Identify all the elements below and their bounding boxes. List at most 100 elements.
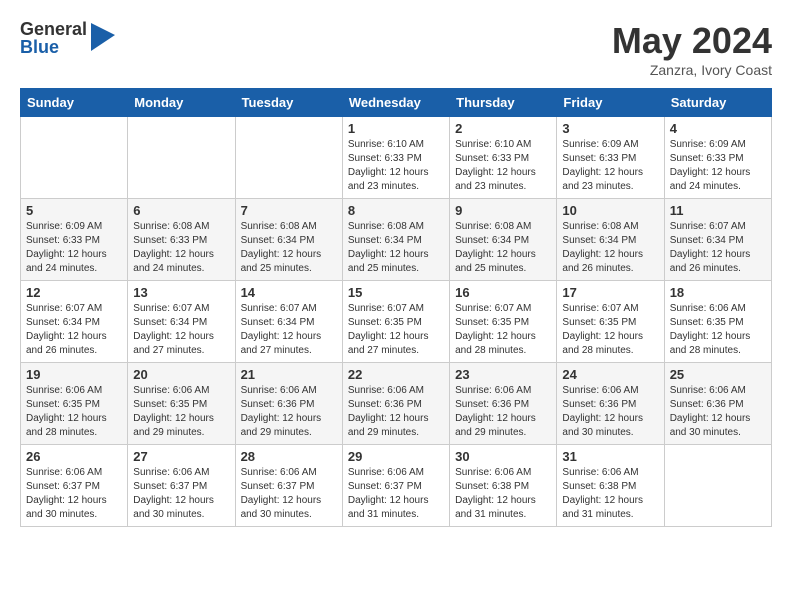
day-cell-21: 21Sunrise: 6:06 AM Sunset: 6:36 PM Dayli… [235,363,342,445]
day-info: Sunrise: 6:06 AM Sunset: 6:35 PM Dayligh… [133,384,229,440]
day-info: Sunrise: 6:08 AM Sunset: 6:34 PM Dayligh… [348,220,444,276]
logo-general: General [20,20,87,38]
day-info: Sunrise: 6:07 AM Sunset: 6:35 PM Dayligh… [562,302,658,358]
day-cell-17: 17 Sunrise: 6:07 AM Sunset: 6:35 PM Dayli… [557,281,664,363]
calendar: SundayMondayTuesdayWednesdayThursdayFrid… [20,88,772,527]
day-cell-27: 27 Sunrise: 6:06 AM Sunset: 6:37 PM Dayli… [128,445,235,527]
day-number: 23 [455,367,551,382]
week-row-2: 5 Sunrise: 6:09 AM Sunset: 6:33 PM Daylig… [21,199,772,281]
day-number: 19 [26,367,122,382]
day-cell-26: 26 Sunrise: 6:06 AM Sunset: 6:37 PM Dayli… [21,445,128,527]
page-header: General Blue May 2024 Zanzra, Ivory Coas… [20,20,772,78]
day-info: Sunrise: 6:06 AM Sunset: 6:35 PM Dayligh… [26,384,122,440]
day-info: Sunrise: 6:06 AM Sunset: 6:36 PM Dayligh… [455,384,551,440]
day-number: 4 [670,121,766,136]
day-number: 29 [348,449,444,464]
day-number: 16 [455,285,551,300]
day-cell-4: 4 Sunrise: 6:09 AM Sunset: 6:33 PM Daylig… [664,117,771,199]
day-info: Sunrise: 6:06 AM Sunset: 6:37 PM Dayligh… [133,466,229,522]
day-number: 15 [348,285,444,300]
day-info: Sunrise: 6:06 AM Sunset: 6:37 PM Dayligh… [348,466,444,522]
day-number: 18 [670,285,766,300]
day-number: 28 [241,449,337,464]
day-cell-16: 16 Sunrise: 6:07 AM Sunset: 6:35 PM Dayli… [450,281,557,363]
day-cell-19: 19 Sunrise: 6:06 AM Sunset: 6:35 PM Dayli… [21,363,128,445]
day-cell-11: 11 Sunrise: 6:07 AM Sunset: 6:34 PM Dayli… [664,199,771,281]
day-number: 22 [348,367,444,382]
day-cell-13: 13 Sunrise: 6:07 AM Sunset: 6:34 PM Dayli… [128,281,235,363]
day-number: 1 [348,121,444,136]
day-cell-5: 5 Sunrise: 6:09 AM Sunset: 6:33 PM Daylig… [21,199,128,281]
day-number: 3 [562,121,658,136]
day-number: 7 [241,203,337,218]
logo-icon [91,23,115,56]
day-cell-20: 20Sunrise: 6:06 AM Sunset: 6:35 PM Dayli… [128,363,235,445]
day-cell-29: 29 Sunrise: 6:06 AM Sunset: 6:37 PM Dayli… [342,445,449,527]
empty-cell [21,117,128,199]
day-number: 27 [133,449,229,464]
day-cell-6: 6Sunrise: 6:08 AM Sunset: 6:33 PM Daylig… [128,199,235,281]
month-year: May 2024 [612,20,772,62]
day-cell-22: 22 Sunrise: 6:06 AM Sunset: 6:36 PM Dayli… [342,363,449,445]
day-number: 10 [562,203,658,218]
day-info: Sunrise: 6:06 AM Sunset: 6:37 PM Dayligh… [241,466,337,522]
day-number: 30 [455,449,551,464]
empty-cell [664,445,771,527]
day-info: Sunrise: 6:09 AM Sunset: 6:33 PM Dayligh… [670,138,766,194]
day-number: 17 [562,285,658,300]
day-info: Sunrise: 6:07 AM Sunset: 6:35 PM Dayligh… [348,302,444,358]
day-info: Sunrise: 6:06 AM Sunset: 6:36 PM Dayligh… [670,384,766,440]
day-number: 8 [348,203,444,218]
day-cell-10: 10 Sunrise: 6:08 AM Sunset: 6:34 PM Dayli… [557,199,664,281]
weekday-header-thursday: Thursday [450,89,557,117]
day-info: Sunrise: 6:09 AM Sunset: 6:33 PM Dayligh… [26,220,122,276]
day-info: Sunrise: 6:06 AM Sunset: 6:38 PM Dayligh… [562,466,658,522]
day-cell-3: 3 Sunrise: 6:09 AM Sunset: 6:33 PM Daylig… [557,117,664,199]
day-cell-25: 25Sunrise: 6:06 AM Sunset: 6:36 PM Dayli… [664,363,771,445]
week-row-4: 19 Sunrise: 6:06 AM Sunset: 6:35 PM Dayli… [21,363,772,445]
day-info: Sunrise: 6:06 AM Sunset: 6:38 PM Dayligh… [455,466,551,522]
location: Zanzra, Ivory Coast [612,62,772,78]
day-cell-24: 24Sunrise: 6:06 AM Sunset: 6:36 PM Dayli… [557,363,664,445]
week-row-3: 12 Sunrise: 6:07 AM Sunset: 6:34 PM Dayli… [21,281,772,363]
day-cell-7: 7Sunrise: 6:08 AM Sunset: 6:34 PM Daylig… [235,199,342,281]
day-info: Sunrise: 6:07 AM Sunset: 6:34 PM Dayligh… [670,220,766,276]
week-row-5: 26 Sunrise: 6:06 AM Sunset: 6:37 PM Dayli… [21,445,772,527]
day-number: 5 [26,203,122,218]
day-info: Sunrise: 6:10 AM Sunset: 6:33 PM Dayligh… [455,138,551,194]
logo: General Blue [20,20,115,56]
day-info: Sunrise: 6:08 AM Sunset: 6:34 PM Dayligh… [562,220,658,276]
day-info: Sunrise: 6:06 AM Sunset: 6:37 PM Dayligh… [26,466,122,522]
day-info: Sunrise: 6:07 AM Sunset: 6:34 PM Dayligh… [133,302,229,358]
day-info: Sunrise: 6:06 AM Sunset: 6:36 PM Dayligh… [241,384,337,440]
day-info: Sunrise: 6:06 AM Sunset: 6:35 PM Dayligh… [670,302,766,358]
empty-cell [128,117,235,199]
day-number: 11 [670,203,766,218]
day-info: Sunrise: 6:06 AM Sunset: 6:36 PM Dayligh… [348,384,444,440]
day-number: 13 [133,285,229,300]
day-number: 31 [562,449,658,464]
day-number: 26 [26,449,122,464]
weekday-header-friday: Friday [557,89,664,117]
day-cell-14: 14Sunrise: 6:07 AM Sunset: 6:34 PM Dayli… [235,281,342,363]
day-info: Sunrise: 6:09 AM Sunset: 6:33 PM Dayligh… [562,138,658,194]
day-cell-9: 9Sunrise: 6:08 AM Sunset: 6:34 PM Daylig… [450,199,557,281]
day-number: 2 [455,121,551,136]
day-number: 6 [133,203,229,218]
day-cell-2: 2 Sunrise: 6:10 AM Sunset: 6:33 PM Daylig… [450,117,557,199]
weekday-header-monday: Monday [128,89,235,117]
weekday-header-wednesday: Wednesday [342,89,449,117]
day-info: Sunrise: 6:06 AM Sunset: 6:36 PM Dayligh… [562,384,658,440]
day-info: Sunrise: 6:07 AM Sunset: 6:35 PM Dayligh… [455,302,551,358]
weekday-header-saturday: Saturday [664,89,771,117]
day-info: Sunrise: 6:07 AM Sunset: 6:34 PM Dayligh… [26,302,122,358]
day-info: Sunrise: 6:08 AM Sunset: 6:34 PM Dayligh… [455,220,551,276]
day-cell-1: 1Sunrise: 6:10 AM Sunset: 6:33 PM Daylig… [342,117,449,199]
day-info: Sunrise: 6:07 AM Sunset: 6:34 PM Dayligh… [241,302,337,358]
day-number: 12 [26,285,122,300]
title-block: May 2024 Zanzra, Ivory Coast [612,20,772,78]
weekday-header-tuesday: Tuesday [235,89,342,117]
weekday-header-sunday: Sunday [21,89,128,117]
day-cell-8: 8 Sunrise: 6:08 AM Sunset: 6:34 PM Daylig… [342,199,449,281]
day-cell-23: 23 Sunrise: 6:06 AM Sunset: 6:36 PM Dayli… [450,363,557,445]
